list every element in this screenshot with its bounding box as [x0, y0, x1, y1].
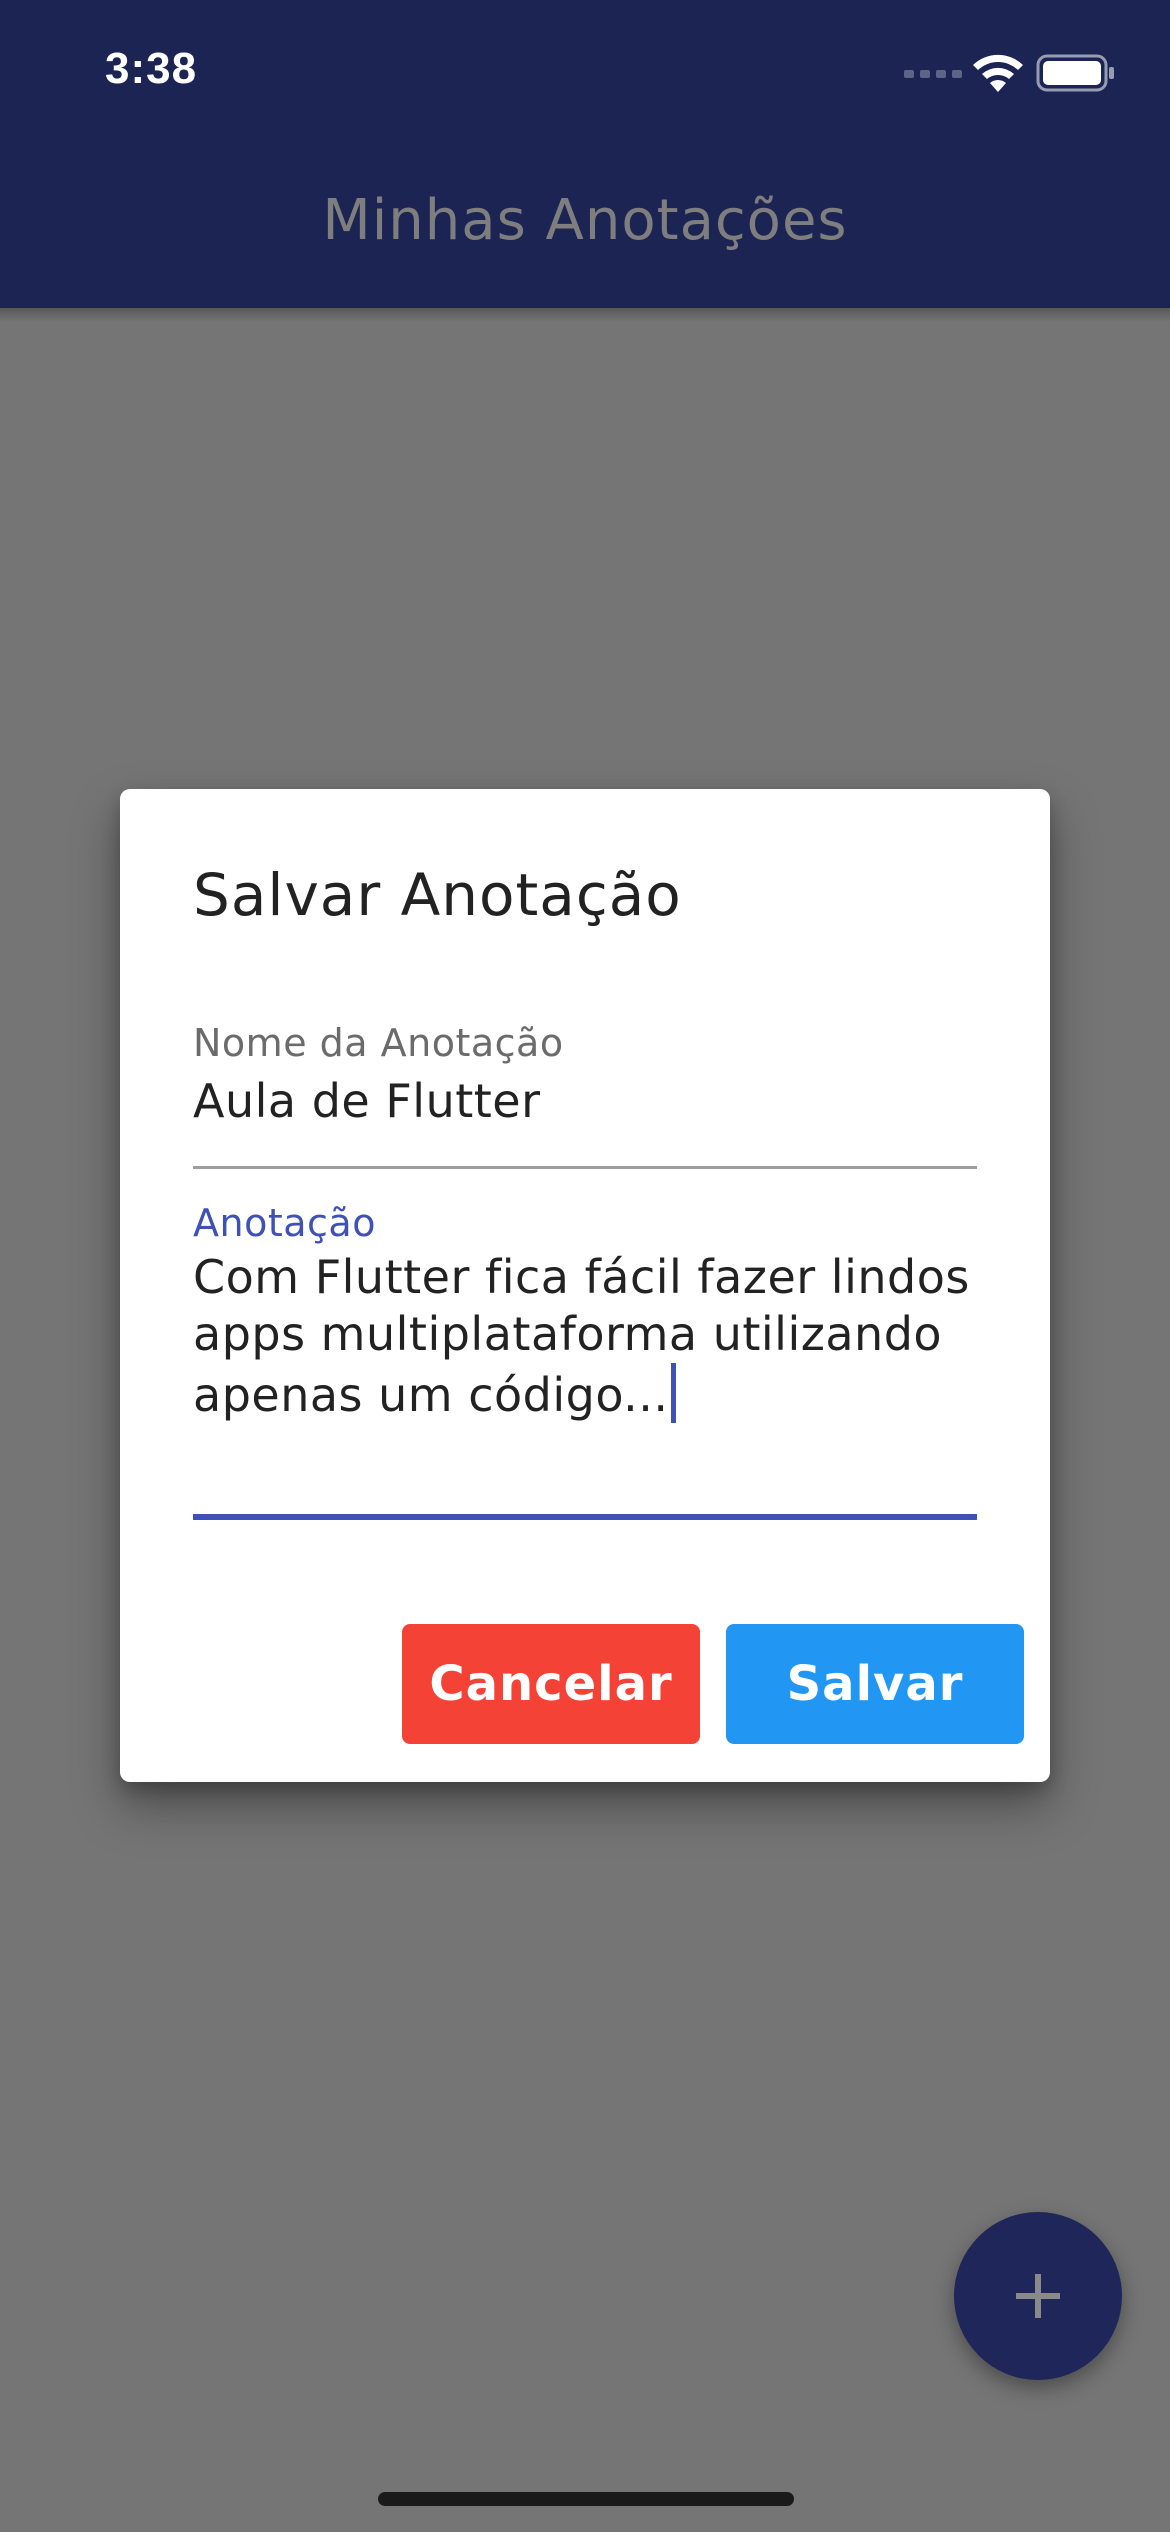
add-note-fab[interactable]: [954, 2212, 1122, 2380]
status-time: 3:38: [105, 44, 198, 93]
text-cursor: [670, 1363, 676, 1423]
app-bar-shadow: [0, 308, 1170, 322]
status-bar-area: 3:38 Minhas Anotações: [0, 0, 1170, 308]
app-title-dimmed: Minhas Anotações: [322, 188, 848, 253]
save-button[interactable]: Salvar: [726, 1624, 1024, 1744]
save-note-dialog: Salvar Anotação Nome da Anotação Aula de…: [120, 789, 1050, 1782]
note-name-underline: [193, 1166, 977, 1169]
battery-icon: [1036, 54, 1114, 92]
note-name-label: Nome da Anotação: [193, 1021, 564, 1065]
note-text-value: Com Flutter fica fácil fazer lindos apps…: [193, 1250, 970, 1422]
dialog-title: Salvar Anotação: [193, 861, 682, 929]
note-name-field[interactable]: Aula de Flutter: [193, 1073, 993, 1130]
cellular-signal-icon: [904, 70, 962, 78]
note-text-underline: [193, 1514, 977, 1520]
plus-icon: [1016, 2274, 1060, 2318]
screen: Minhas Anotações 3:38 Minhas Anotações: [0, 0, 1170, 2532]
home-indicator[interactable]: [378, 2492, 794, 2506]
wifi-icon: [973, 54, 1023, 92]
cancel-button[interactable]: Cancelar: [402, 1624, 700, 1744]
note-text-label: Anotação: [193, 1201, 376, 1245]
note-text-field[interactable]: Com Flutter fica fácil fazer lindos apps…: [193, 1249, 993, 1424]
